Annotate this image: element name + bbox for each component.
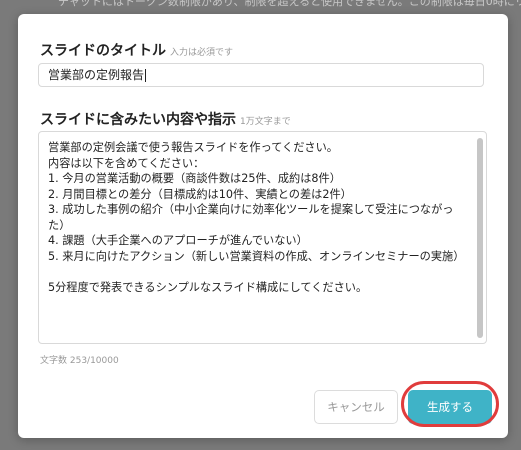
background-notice: チャットにはトークン数制限があり、制限を超えると使用できません。この制限は毎日0… — [58, 0, 521, 8]
slide-create-dialog: スライドのタイトル 入力は必須です 営業部の定例報告 スライドに含みたい内容や指示… — [18, 14, 508, 438]
text-caret — [145, 69, 147, 82]
content-section-label: スライドに含みたい内容や指示 — [40, 112, 236, 128]
content-limit-hint: 1万文字まで — [240, 117, 291, 127]
title-section-label: スライドのタイトル — [40, 43, 166, 59]
slide-content-value: 営業部の定例会議で使う報告スライドを作ってください。 内容は以下を含めてください… — [48, 141, 465, 294]
slide-title-input[interactable]: 営業部の定例報告 — [38, 63, 484, 87]
title-required-hint: 入力は必須です — [170, 48, 234, 58]
character-count: 文字数 253/10000 — [40, 356, 119, 366]
slide-title-value: 営業部の定例報告 — [48, 68, 145, 82]
title-section-heading: スライドのタイトル 入力は必須です — [40, 40, 233, 60]
generate-button-highlight — [401, 381, 499, 427]
content-section-heading: スライドに含みたい内容や指示 1万文字まで — [40, 109, 291, 129]
slide-content-textarea[interactable]: 営業部の定例会議で使う報告スライドを作ってください。 内容は以下を含めてください… — [38, 131, 487, 344]
textarea-scrollbar[interactable] — [477, 138, 483, 338]
cancel-button[interactable]: キャンセル — [314, 390, 398, 424]
